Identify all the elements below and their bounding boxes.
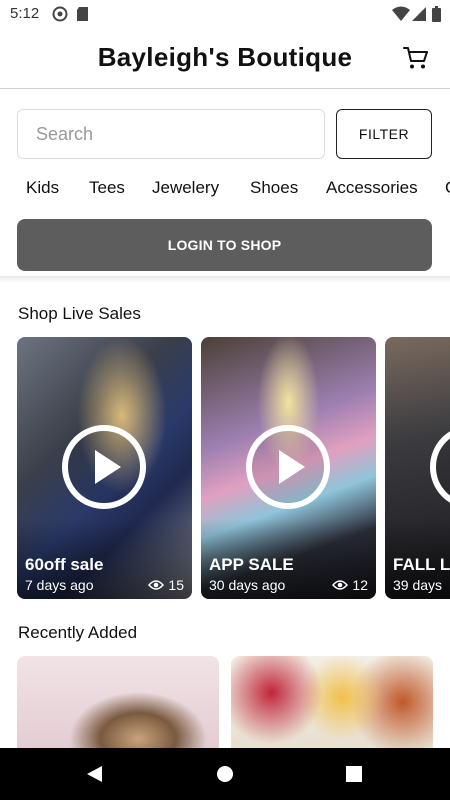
sync-icon (52, 6, 68, 22)
page-title: Bayleigh's Boutique (97, 42, 353, 72)
view-count-value: 15 (168, 577, 184, 593)
category-kids[interactable]: Kids (26, 178, 59, 198)
view-count: 15 (148, 577, 184, 593)
signal-icon (412, 7, 426, 21)
battery-icon (432, 6, 441, 22)
play-icon[interactable] (61, 424, 147, 510)
section-divider (0, 276, 450, 282)
view-count-value: 12 (352, 577, 368, 593)
product-image (17, 656, 219, 748)
search-input[interactable] (17, 109, 325, 159)
live-sales-heading: Shop Live Sales (18, 304, 141, 323)
live-sale-card[interactable]: 60off sale 7 days ago 15 (17, 337, 192, 599)
live-sale-card[interactable]: APP SALE 30 days ago 12 (201, 337, 376, 599)
home-icon[interactable] (195, 748, 255, 800)
category-tabs: Kids Tees Jewelery Shoes Accessories C (0, 176, 450, 202)
category-shoes[interactable]: Shoes (250, 178, 298, 198)
live-sale-title: APP SALE (209, 555, 294, 574)
category-jewelery[interactable]: Jewelery (152, 178, 219, 198)
live-sale-age: 30 days ago (209, 577, 286, 593)
category-tees[interactable]: Tees (89, 178, 125, 198)
status-bar: 5:12 (0, 0, 450, 28)
sd-card-icon (77, 7, 88, 21)
app-header: Bayleigh's Boutique (0, 28, 450, 89)
system-nav-bar (0, 748, 450, 800)
status-time: 5:12 (10, 5, 40, 22)
product-thumbnail[interactable] (17, 656, 219, 748)
recently-added-heading: Recently Added (18, 623, 138, 642)
wifi-icon (392, 6, 410, 21)
cart-icon[interactable] (402, 44, 430, 72)
product-thumbnail[interactable] (231, 656, 433, 748)
live-sale-age: 7 days ago (25, 577, 94, 593)
recents-icon[interactable] (324, 748, 384, 800)
view-count: 12 (332, 577, 368, 593)
live-sale-card[interactable]: FALL LI 39 days (385, 337, 450, 599)
back-icon[interactable] (65, 748, 125, 800)
eye-icon (148, 580, 165, 590)
login-to-shop-button[interactable]: LOGIN TO SHOP (17, 219, 432, 271)
live-sale-age: 39 days (393, 577, 443, 593)
live-sale-title: FALL LI (393, 555, 450, 574)
product-image (231, 656, 433, 748)
play-icon[interactable] (429, 424, 450, 510)
category-accessories[interactable]: Accessories (326, 178, 418, 198)
eye-icon (332, 580, 349, 590)
filter-button[interactable]: FILTER (336, 109, 432, 159)
play-icon[interactable] (245, 424, 331, 510)
live-sale-title: 60off sale (25, 555, 104, 574)
category-next-partial[interactable]: C (445, 178, 450, 198)
